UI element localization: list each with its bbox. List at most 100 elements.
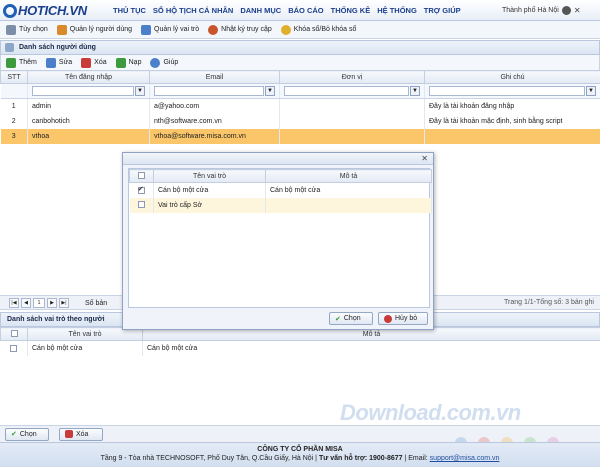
bottom-delete-button[interactable]: Xóa — [59, 427, 103, 441]
users-icon — [56, 24, 67, 35]
dialog-grid: Tên vai trò Mô tả Cán bộ một cửa Cán bộ … — [128, 168, 432, 308]
help-button[interactable]: Giúp — [150, 57, 179, 68]
menu-thu-tuc[interactable]: THỦ TỤC — [113, 6, 146, 15]
dialog-close-icon[interactable]: ✕ — [421, 154, 428, 163]
toolbar-label: Nhật ký truy cập — [221, 26, 272, 33]
table-row[interactable]: Vai trò cấp Sở — [129, 197, 432, 213]
action-label: Giúp — [163, 59, 179, 66]
cell-check — [129, 182, 154, 198]
toolbar-access-log[interactable]: Nhật ký truy cập — [208, 24, 272, 35]
check-icon: ✔ — [335, 315, 341, 323]
cell-stt: 1 — [0, 98, 28, 114]
filter-note-input[interactable] — [429, 86, 585, 96]
filter-cell: ▼ — [424, 83, 600, 99]
users-panel-title-text: Danh sách người dùng — [19, 44, 96, 51]
filter-username-input[interactable] — [32, 86, 134, 96]
col-role-name[interactable]: Tên vai trò — [153, 169, 266, 183]
button-label: Hủy bỏ — [395, 315, 418, 322]
col-note[interactable]: Ghi chú — [424, 70, 600, 84]
filter-icon[interactable]: ▼ — [265, 86, 275, 96]
edit-button[interactable]: Sửa — [45, 57, 73, 68]
app-footer: CÔNG TY CỔ PHẦN MISA Tầng 9 - Tòa nhà TE… — [0, 442, 600, 467]
col-unit[interactable]: Đơn vị — [279, 70, 425, 84]
dialog-cancel-button[interactable]: Hủy bỏ — [378, 312, 428, 325]
col-username[interactable]: Tên đăng nhập — [27, 70, 150, 84]
delete-button[interactable]: Xóa — [81, 57, 107, 68]
menu-thong-ke[interactable]: THỐNG KÊ — [331, 6, 371, 15]
last-page-button[interactable]: ▶| — [59, 298, 69, 308]
cell-note: Đây là tài khoản mặc định, sinh bằng scr… — [424, 113, 600, 129]
action-label: Thêm — [19, 59, 37, 66]
help-icon — [150, 57, 161, 68]
dialog-ok-button[interactable]: ✔ Chọn — [329, 312, 373, 325]
cell-note: Đây là tài khoản đăng nhập — [424, 98, 600, 114]
gear-icon — [6, 24, 16, 35]
menu-tro-giup[interactable]: TRỢ GIÚP — [424, 6, 461, 15]
footer-hotline: Tư vấn hỗ trợ: 1900-8677 — [318, 455, 403, 462]
user-icon[interactable] — [561, 6, 571, 15]
app-header: HOTICH.VN THỦ TỤC SỔ HỘ TỊCH CÁ NHÂN DAN… — [0, 0, 600, 21]
col-check[interactable] — [129, 169, 154, 183]
menu-bao-cao[interactable]: BÁO CÁO — [288, 6, 323, 15]
toolbar-options[interactable]: Tùy chọn — [6, 24, 48, 35]
menu-so-ho-tich[interactable]: SỔ HỘ TỊCH CÁ NHÂN — [153, 6, 233, 15]
toolbar-label: Quản lý người dùng — [69, 26, 133, 33]
filter-icon[interactable]: ▼ — [586, 86, 596, 96]
app-logo[interactable]: HOTICH.VN — [3, 2, 87, 19]
action-label: Sửa — [58, 59, 73, 66]
select-all-checkbox[interactable] — [10, 330, 18, 338]
table-row-selected[interactable]: 3 vthoa vthoa@software.misa.com.vn — [0, 128, 600, 144]
lock-icon — [280, 24, 291, 35]
role-icon — [141, 24, 152, 35]
cell-role-desc — [265, 197, 432, 213]
users-panel: Danh sách người dùng Thêm Sửa Xóa Nạp Gi… — [0, 40, 600, 144]
cell-email: nth@software.com.vn — [149, 113, 280, 129]
dialog-row-checkbox-checked[interactable] — [137, 185, 145, 194]
dialog-table-header: Tên vai trò Mô tả — [129, 169, 432, 183]
first-page-button[interactable]: |◀ — [9, 298, 19, 308]
logout-icon[interactable]: ✕ — [574, 6, 581, 15]
list-icon — [5, 43, 14, 52]
table-row[interactable]: 1 admin a@yahoo.com Đây là tài khoản đăn… — [0, 98, 600, 114]
table-row[interactable]: Cán bộ một cửa Cán bộ một cửa — [129, 182, 432, 198]
users-table: STT Tên đăng nhập Email Đơn vị Ghi chú ▼… — [0, 70, 600, 144]
bottom-ok-button[interactable]: ✔ Chọn — [5, 427, 49, 441]
cell-stt: 2 — [0, 113, 28, 129]
menu-he-thong[interactable]: HỆ THỐNG — [377, 6, 417, 15]
filter-cell: ▼ — [149, 83, 280, 99]
prev-page-button[interactable]: ◀ — [21, 298, 31, 308]
toolbar-manage-roles[interactable]: Quản lý vai trò — [141, 24, 199, 35]
table-row[interactable]: Cán bộ một cửa Cán bộ một cửa — [0, 340, 600, 356]
col-stt[interactable]: STT — [0, 70, 28, 84]
col-email[interactable]: Email — [149, 70, 280, 84]
cell-unit — [279, 128, 425, 144]
watermark: Download.com.vn — [340, 400, 521, 425]
cell-username: admin — [27, 98, 150, 114]
users-panel-title: Danh sách người dùng — [0, 40, 600, 55]
col-role-desc[interactable]: Mô tả — [265, 169, 432, 183]
table-row[interactable]: 2 canbohotich nth@software.com.vn Đây là… — [0, 113, 600, 129]
filter-icon[interactable]: ▼ — [135, 86, 145, 96]
dialog-buttons: ✔ Chọn Hủy bỏ — [329, 312, 428, 325]
col-check[interactable] — [0, 327, 28, 341]
next-page-button[interactable]: ▶ — [47, 298, 57, 308]
menu-danh-muc[interactable]: DANH MỤC — [240, 6, 281, 15]
users-table-header: STT Tên đăng nhập Email Đơn vị Ghi chú — [0, 70, 600, 84]
page-input[interactable]: 1 — [33, 298, 45, 308]
reload-button[interactable]: Nạp — [115, 57, 141, 68]
toolbar-manage-users[interactable]: Quản lý người dùng — [56, 24, 133, 35]
dialog-select-all-checkbox[interactable] — [138, 172, 145, 180]
add-button[interactable]: Thêm — [6, 57, 37, 68]
filter-email-input[interactable] — [154, 86, 264, 96]
toolbar-lock-book[interactable]: Khóa sổ/Bỏ khóa sổ — [280, 24, 356, 35]
cancel-icon — [384, 314, 392, 323]
footer-email-link[interactable]: support@misa.com.vn — [430, 455, 500, 462]
toolbar-label: Tùy chọn — [19, 26, 48, 33]
row-checkbox[interactable] — [10, 344, 18, 352]
pager-left-text: Số bản — [85, 299, 108, 307]
delete-icon — [81, 57, 92, 68]
filter-icon[interactable]: ▼ — [410, 86, 420, 96]
pager-summary: Trang 1/1-Tổng số: 3 bản ghi — [503, 299, 594, 306]
dialog-row-checkbox[interactable] — [137, 201, 145, 209]
filter-unit-input[interactable] — [284, 86, 409, 96]
